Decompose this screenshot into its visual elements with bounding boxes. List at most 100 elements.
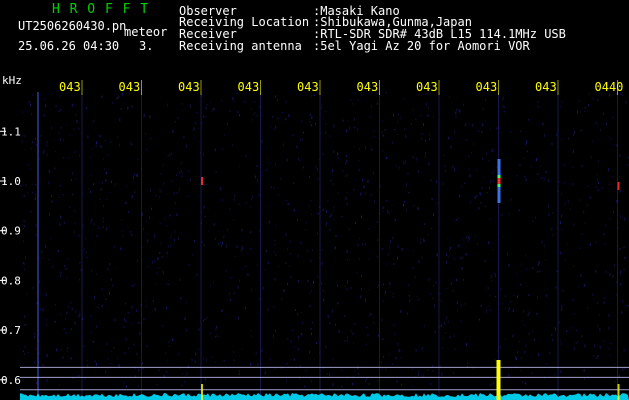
noise-speck bbox=[91, 269, 93, 272]
noise-speck bbox=[316, 341, 318, 344]
noise-speck bbox=[156, 383, 158, 386]
noise-speck bbox=[423, 324, 425, 328]
noise-speck bbox=[464, 182, 466, 184]
noise-speck bbox=[45, 244, 47, 248]
noise-speck bbox=[619, 154, 621, 157]
noise-speck bbox=[516, 272, 517, 275]
noise-speck bbox=[182, 109, 184, 111]
noise-speck bbox=[456, 108, 458, 111]
noise-speck bbox=[138, 385, 139, 387]
noise-speck bbox=[537, 173, 539, 175]
noise-speck bbox=[436, 180, 437, 184]
noise-speck bbox=[167, 245, 169, 248]
noise-speck bbox=[520, 263, 522, 266]
noise-speck bbox=[42, 257, 44, 259]
noise-speck bbox=[406, 312, 408, 315]
noise-speck bbox=[67, 305, 69, 308]
noise-speck bbox=[293, 182, 295, 184]
noise-speck bbox=[275, 163, 276, 166]
noise-speck bbox=[153, 259, 155, 263]
noise-speck bbox=[508, 306, 510, 310]
noise-speck bbox=[59, 185, 61, 187]
noise-speck bbox=[39, 157, 41, 161]
noise-speck bbox=[285, 233, 287, 236]
noise-speck bbox=[120, 108, 122, 111]
noise-speck bbox=[275, 125, 277, 128]
noise-speck bbox=[493, 169, 495, 171]
noise-speck bbox=[94, 296, 96, 299]
noise-speck bbox=[118, 364, 120, 367]
noise-speck bbox=[526, 268, 527, 270]
noise-speck bbox=[203, 243, 205, 246]
noise-speck bbox=[551, 227, 553, 231]
noise-speck bbox=[286, 362, 288, 365]
noise-speck bbox=[250, 363, 252, 366]
noise-speck bbox=[513, 294, 515, 296]
noise-speck bbox=[448, 320, 450, 323]
noise-speck bbox=[268, 221, 270, 224]
noise-speck bbox=[584, 106, 586, 109]
noise-speck bbox=[70, 357, 72, 360]
noise-speck bbox=[480, 202, 482, 204]
noise-speck bbox=[367, 180, 369, 183]
noise-speck bbox=[418, 208, 419, 211]
noise-speck bbox=[57, 249, 59, 253]
noise-speck bbox=[488, 306, 490, 308]
noise-speck bbox=[211, 109, 213, 112]
noise-speck bbox=[358, 159, 360, 162]
noise-speck bbox=[181, 384, 183, 387]
noise-speck bbox=[296, 145, 298, 149]
noise-speck bbox=[433, 213, 434, 217]
noise-speck bbox=[50, 237, 52, 240]
noise-speck bbox=[193, 137, 195, 139]
noise-speck bbox=[609, 354, 611, 357]
noise-speck bbox=[358, 168, 360, 172]
noise-speck bbox=[372, 172, 374, 175]
noise-speck bbox=[297, 280, 299, 283]
y-tick-label: 0.9 bbox=[1, 225, 21, 238]
noise-speck bbox=[24, 353, 26, 356]
noise-speck bbox=[474, 196, 476, 199]
noise-speck bbox=[119, 143, 121, 147]
noise-speck bbox=[241, 246, 243, 250]
noise-speck bbox=[405, 135, 407, 138]
noise-speck bbox=[614, 264, 616, 267]
noise-speck bbox=[561, 304, 563, 308]
noise-speck bbox=[285, 101, 287, 104]
noise-speck bbox=[250, 330, 252, 332]
noise-speck bbox=[421, 133, 423, 135]
noise-speck bbox=[371, 148, 373, 151]
noise-speck bbox=[48, 258, 50, 261]
noise-speck bbox=[216, 325, 218, 329]
noise-speck bbox=[508, 374, 510, 377]
noise-speck bbox=[300, 242, 302, 245]
noise-speck bbox=[192, 127, 194, 131]
noise-speck bbox=[133, 284, 135, 286]
noise-speck bbox=[271, 186, 272, 188]
noise-speck bbox=[78, 154, 80, 157]
noise-speck bbox=[525, 144, 527, 147]
noise-speck bbox=[385, 368, 387, 370]
noise-speck bbox=[430, 383, 432, 385]
noise-speck bbox=[208, 230, 210, 233]
noise-speck bbox=[440, 324, 442, 328]
noise-speck bbox=[27, 192, 29, 195]
noise-speck bbox=[380, 339, 382, 342]
noise-speck bbox=[396, 379, 398, 383]
noise-speck bbox=[393, 263, 395, 265]
noise-speck bbox=[325, 345, 327, 349]
noise-speck bbox=[251, 288, 253, 292]
noise-speck bbox=[65, 332, 67, 334]
noise-speck bbox=[169, 154, 171, 156]
noise-speck bbox=[105, 179, 107, 182]
noise-speck bbox=[465, 253, 467, 256]
noise-speck bbox=[289, 253, 291, 255]
noise-speck bbox=[49, 213, 50, 216]
noise-speck bbox=[567, 200, 569, 203]
noise-speck bbox=[124, 318, 126, 321]
noise-speck bbox=[595, 270, 597, 273]
noise-speck bbox=[612, 274, 614, 278]
noise-speck bbox=[428, 162, 430, 165]
noise-speck bbox=[316, 168, 318, 171]
noise-speck bbox=[370, 116, 372, 118]
